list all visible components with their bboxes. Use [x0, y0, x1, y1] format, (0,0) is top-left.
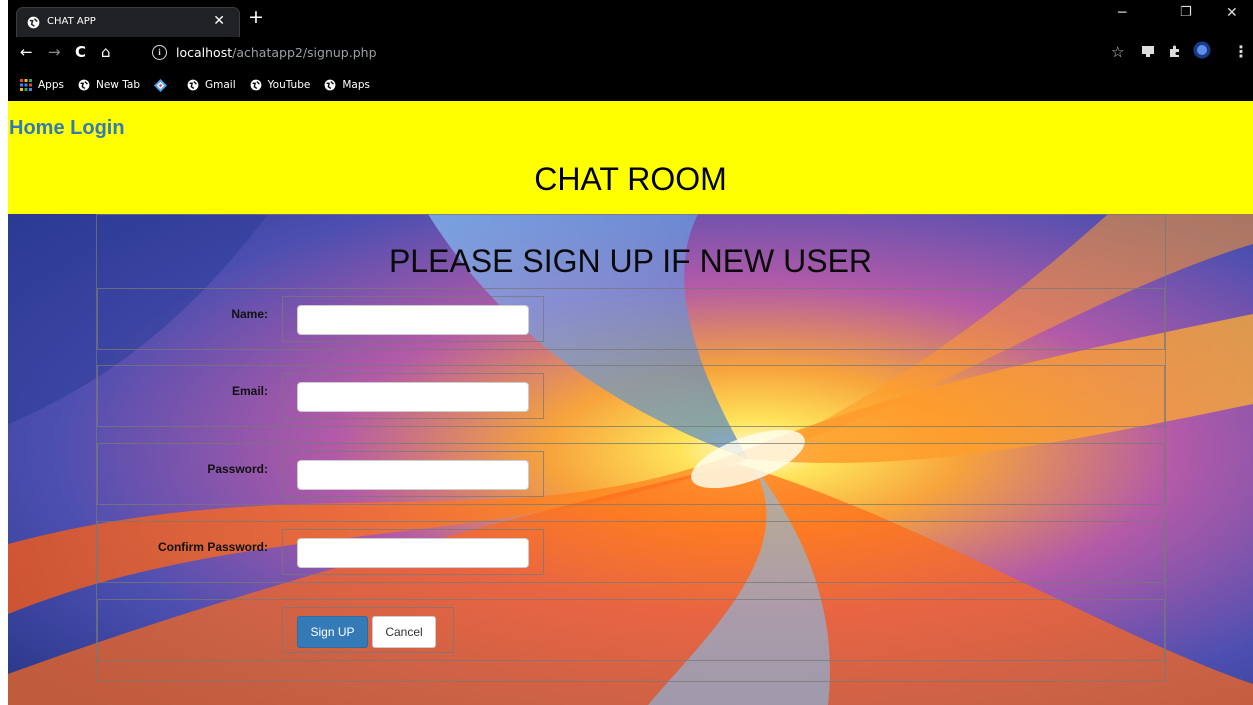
url-host: localhost: [176, 45, 233, 60]
info-icon[interactable]: i: [152, 45, 167, 60]
url-text: localhost/achatapp2/signup.php: [176, 45, 377, 60]
form-row-name: Name:: [97, 288, 1165, 350]
signup-heading: PLEASE SIGN UP IF NEW USER: [388, 243, 873, 279]
bookmark-star-icon[interactable]: ☆: [1111, 43, 1124, 61]
tab-close-icon[interactable]: ✕: [213, 13, 225, 29]
globe-icon: [324, 79, 336, 91]
form-row-password: Password:: [97, 443, 1165, 505]
browser-tab[interactable]: CHAT APP ✕: [16, 7, 240, 37]
nav-link-login[interactable]: Login: [70, 117, 124, 139]
cast-icon[interactable]: [1141, 44, 1155, 58]
globe-icon: [27, 16, 40, 29]
bookmark-label: YouTube: [267, 79, 311, 91]
password-cell: [282, 451, 544, 497]
confirm-password-input[interactable]: [297, 538, 529, 568]
page-content: Home Login CHAT ROOM PLEASE SIGN UP IF N…: [8, 101, 1253, 705]
window-close-icon[interactable]: ✕: [1226, 5, 1238, 21]
nav-link-home[interactable]: Home: [9, 117, 65, 139]
confirm-password-cell: [282, 529, 544, 575]
apps-grid-icon: [20, 79, 32, 91]
bookmark-label: New Tab: [95, 79, 140, 91]
bookmark-diamond[interactable]: [154, 78, 173, 92]
profile-avatar-icon[interactable]: [1193, 41, 1211, 59]
forward-icon[interactable]: →: [48, 43, 61, 61]
email-cell: [282, 373, 544, 419]
bookmark-new-tab[interactable]: New Tab: [78, 79, 140, 91]
bookmark-label: Apps: [38, 79, 64, 91]
site-header: Home Login CHAT ROOM: [8, 101, 1253, 214]
back-icon[interactable]: ←: [20, 43, 33, 61]
password-label: Password:: [207, 462, 268, 476]
bookmark-youtube[interactable]: YouTube: [250, 79, 311, 91]
restore-icon[interactable]: ❐: [1180, 5, 1192, 20]
buttons-cell: Sign UP Cancel: [282, 607, 454, 653]
browser-menu-icon[interactable]: ⋮: [1233, 42, 1249, 61]
address-bar[interactable]: i localhost/achatapp2/signup.php: [144, 40, 1144, 66]
password-input[interactable]: [297, 460, 529, 490]
url-path: /achatapp2/signup.php: [232, 45, 377, 60]
bookmark-label: Gmail: [205, 79, 236, 91]
globe-icon: [78, 79, 90, 91]
tab-title: CHAT APP: [47, 16, 96, 27]
bookmark-maps[interactable]: Maps: [324, 79, 370, 91]
sign-up-button[interactable]: Sign UP: [297, 616, 368, 648]
bookmark-apps[interactable]: Apps: [20, 79, 64, 91]
globe-icon: [187, 79, 199, 91]
name-input[interactable]: [297, 305, 529, 335]
globe-icon: [250, 79, 262, 91]
diamond-icon: [154, 78, 167, 92]
bookmark-label: Maps: [342, 79, 370, 91]
reload-icon[interactable]: C: [75, 43, 86, 61]
bookmarks-bar: Apps New Tab Gmail YouTube Maps: [20, 75, 384, 95]
new-tab-icon[interactable]: +: [248, 6, 264, 28]
name-cell: [282, 296, 544, 342]
browser-chrome: CHAT APP ✕ + ─ ❐ ✕ ← → C ⌂ i localhost/a…: [8, 0, 1253, 101]
site-title: CHAT ROOM: [534, 161, 727, 197]
home-icon[interactable]: ⌂: [101, 43, 111, 61]
email-input[interactable]: [297, 382, 529, 412]
name-label: Name:: [231, 307, 268, 321]
header-nav: Home Login: [9, 117, 125, 140]
form-row-email: Email:: [97, 365, 1165, 427]
confirm-password-label: Confirm Password:: [157, 540, 268, 554]
form-row-buttons: Sign UP Cancel: [97, 599, 1165, 661]
extensions-puzzle-icon[interactable]: [1168, 44, 1182, 58]
bookmark-gmail[interactable]: Gmail: [187, 79, 236, 91]
cancel-button[interactable]: Cancel: [372, 616, 436, 648]
email-label: Email:: [231, 384, 268, 398]
minimize-icon[interactable]: ─: [1118, 5, 1126, 21]
form-row-confirm-password: Confirm Password:: [97, 521, 1165, 583]
